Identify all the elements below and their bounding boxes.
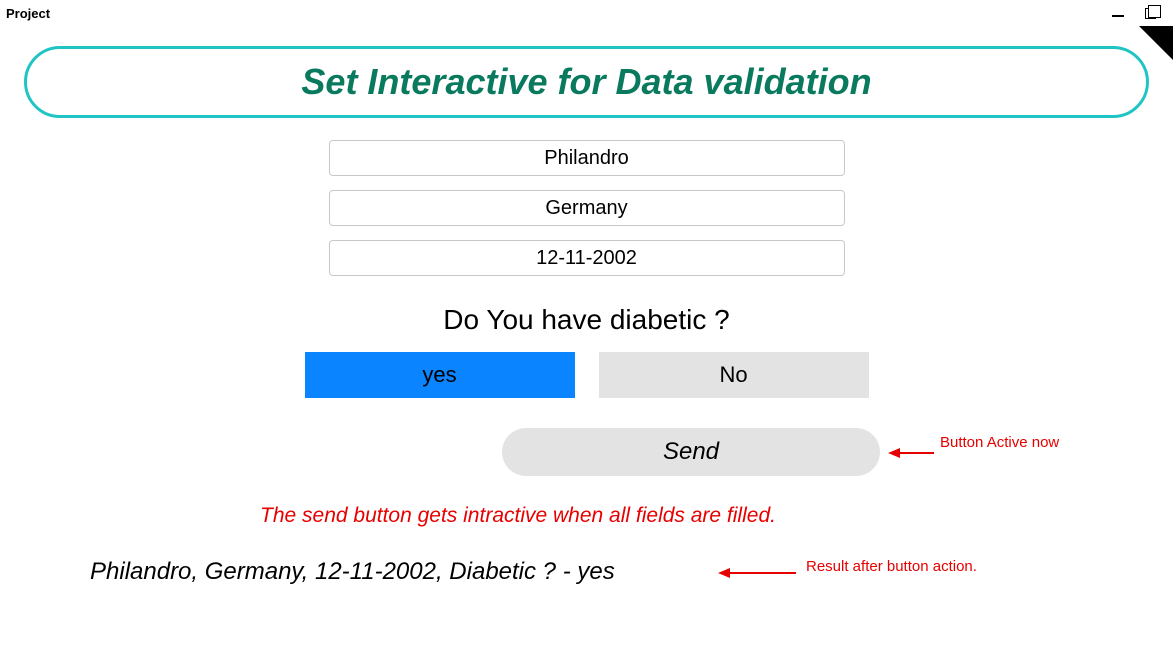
corner-fold-icon — [1139, 26, 1173, 60]
no-button[interactable]: No — [599, 352, 869, 398]
country-input[interactable] — [329, 190, 845, 226]
form-container: Do You have diabetic ? yes No — [24, 140, 1149, 428]
send-button[interactable]: Send — [502, 428, 880, 476]
minimize-button[interactable] — [1111, 6, 1125, 20]
send-row: Send Button Active now — [24, 428, 1149, 478]
result-text: Philandro, Germany, 12-11-2002, Diabetic… — [90, 558, 1149, 586]
annotation-result: Result after button action. — [806, 558, 977, 575]
date-input[interactable] — [329, 240, 845, 276]
question-label: Do You have diabetic ? — [443, 304, 729, 336]
yes-button[interactable]: yes — [305, 352, 575, 398]
arrow-left-icon — [718, 566, 798, 580]
window-title: Project — [4, 6, 50, 21]
window-titlebar: Project — [0, 0, 1173, 26]
arrow-left-icon — [888, 446, 936, 460]
result-row: Philandro, Germany, 12-11-2002, Diabetic… — [24, 558, 1149, 586]
note-text: The send button gets intractive when all… — [260, 504, 1149, 528]
page-title: Set Interactive for Data validation — [47, 61, 1126, 103]
window-controls — [1111, 6, 1169, 20]
choice-row: yes No — [305, 352, 869, 398]
maximize-button[interactable] — [1143, 6, 1157, 20]
annotation-button-active: Button Active now — [940, 434, 1059, 451]
name-input[interactable] — [329, 140, 845, 176]
page-header: Set Interactive for Data validation — [24, 46, 1149, 118]
